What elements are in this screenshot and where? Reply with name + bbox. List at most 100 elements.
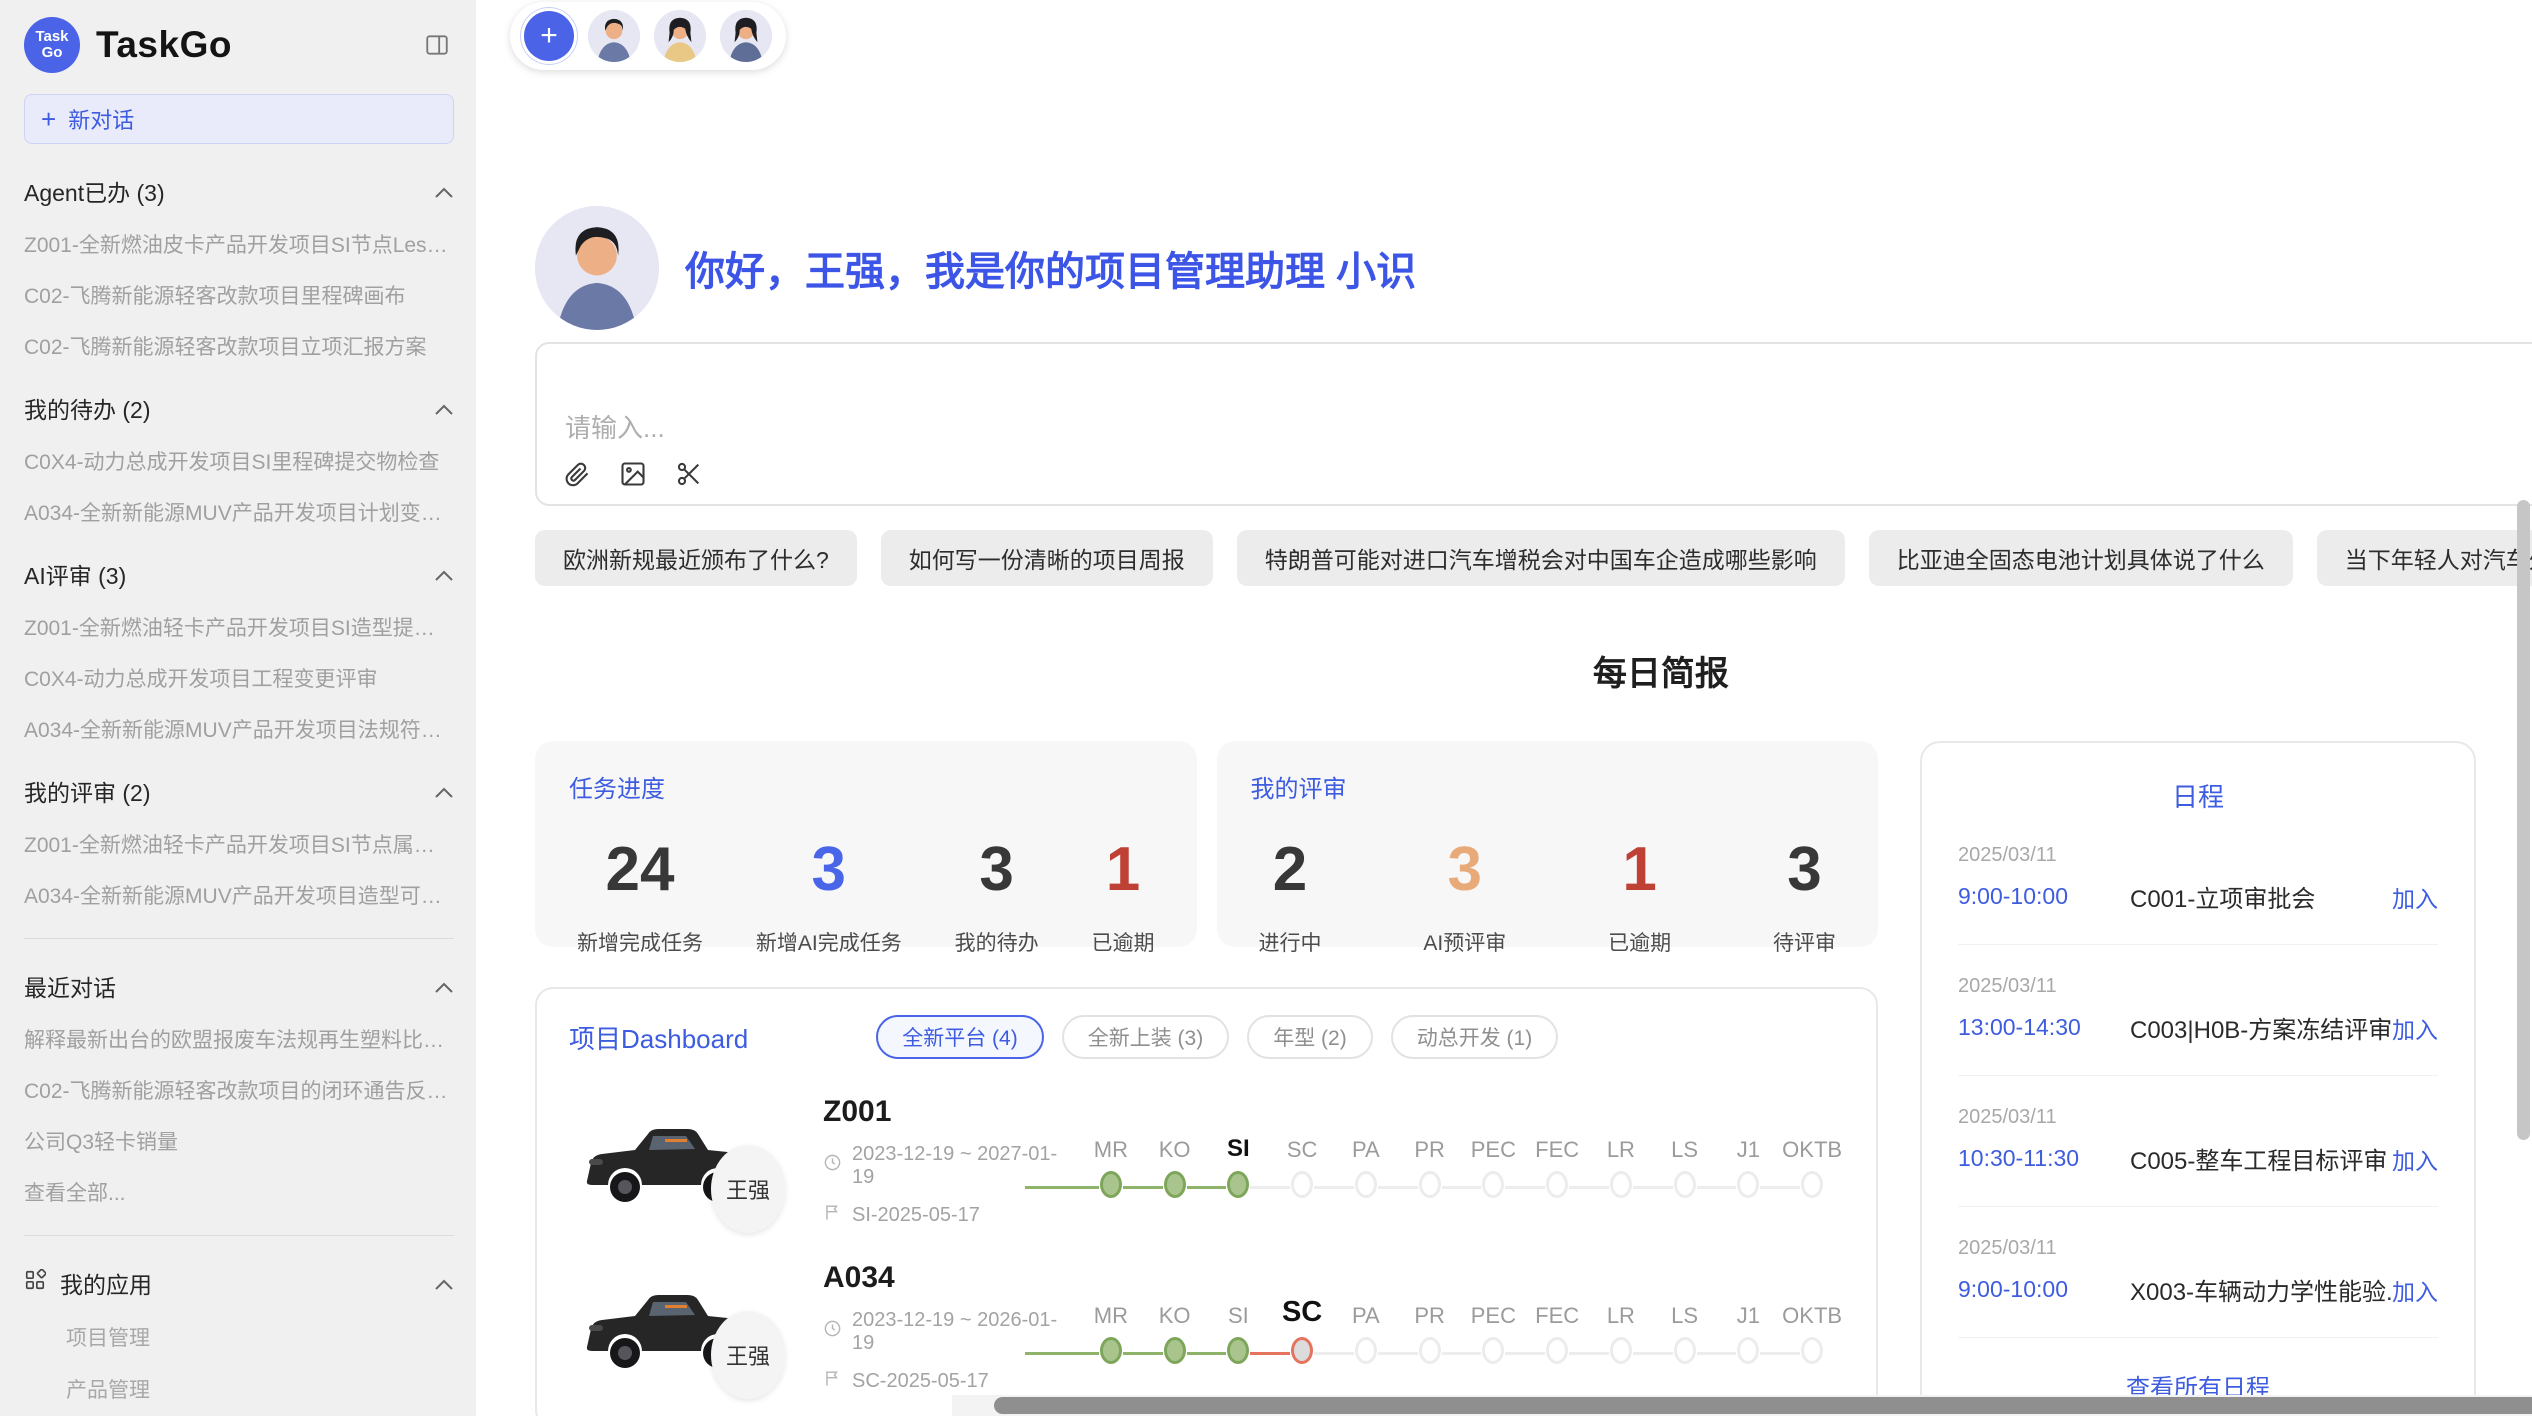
sidebar-toggle-icon[interactable] <box>424 32 450 63</box>
milestone-label: SC <box>1270 1291 1334 1329</box>
suggestion-chip[interactable]: 如何写一份清晰的项目周报 <box>881 530 1213 586</box>
milestone-label: LR <box>1589 1291 1653 1329</box>
dashboard-filter-chip[interactable]: 全新上装 (3) <box>1062 1015 1230 1059</box>
milestone-label: OKTB <box>1780 1125 1844 1163</box>
project-owner-badge: 王强 <box>711 1145 785 1233</box>
sidebar-task-item[interactable]: Z001-全新燃油轻卡产品开发项目SI节点属性5D文件评审 <box>24 829 454 859</box>
suggestion-chip[interactable]: 特朗普可能对进口汽车增税会对中国车企造成哪些影响 <box>1237 530 1845 586</box>
sidebar-sections: Agent已办 (3) Z001-全新燃油皮卡产品开发项目SI节点Lesson L… <box>24 174 454 910</box>
sidebar-task-item[interactable]: C0X4-动力总成开发项目工程变更评审 <box>24 663 454 693</box>
milestone-dot <box>1546 1171 1568 1198</box>
milestone-connector <box>1569 1352 1609 1355</box>
app-window: Task Go TaskGo + 新对话 Agent已办 (3)Z001-全新燃… <box>0 0 2532 1416</box>
milestone-label: PA <box>1334 1125 1398 1163</box>
sidebar-task-item[interactable]: A034-全新新能源MUV产品开发项目造型可行性评审 <box>24 880 454 910</box>
sidebar-section-header[interactable]: Agent已办 (3) <box>24 174 454 208</box>
section-label: 我的评审 (2) <box>24 774 151 808</box>
suggestion-chip[interactable]: 比亚迪全固态电池计划具体说了什么 <box>1869 530 2293 586</box>
chevron-up-icon <box>434 178 454 205</box>
milestone-connector <box>1378 1352 1418 1355</box>
attachment-icon[interactable] <box>563 460 591 488</box>
sidebar-task-item[interactable]: Z001-全新燃油轻卡产品开发项目SI造型提交物评审 <box>24 612 454 642</box>
event-date: 2025/03/11 <box>1958 844 2438 867</box>
milestone-connector <box>1505 1352 1545 1355</box>
sidebar-task-item[interactable]: C02-飞腾新能源轻客改款项目里程碑画布 <box>24 280 454 310</box>
section-label: Agent已办 (3) <box>24 174 165 208</box>
app-item[interactable]: 产品管理 <box>66 1374 454 1404</box>
milestone-connector <box>1123 1186 1163 1189</box>
schedule-card: 日程 2025/03/119:00-10:00C001-立项审批会加入2025/… <box>1920 741 2476 1416</box>
view-all-conversations-link[interactable]: 查看全部... <box>24 1177 454 1207</box>
milestone-label: J1 <box>1717 1291 1781 1329</box>
milestone-dot <box>1227 1337 1249 1364</box>
agent-avatar-3[interactable] <box>720 10 772 62</box>
event-main: 13:00-14:30C003|H0B-方案冻结评审加入 <box>1958 1010 2438 1045</box>
vertical-scrollbar-thumb[interactable] <box>2517 500 2530 1140</box>
milestone-connector <box>1697 1352 1737 1355</box>
horizontal-scrollbar-thumb[interactable] <box>994 1397 2532 1414</box>
new-chat-label: 新对话 <box>68 103 134 135</box>
event-join-link[interactable]: 加入 <box>2392 1142 2438 1176</box>
sidebar-section-header[interactable]: 我的待办 (2) <box>24 391 454 425</box>
milestone-label: SI <box>1207 1291 1271 1329</box>
project-date-range: 2023-12-19 ~ 2026-01-19 <box>852 1309 1073 1355</box>
dashboard-header: 项目Dashboard 全新平台 (4) 全新上装 (3) 年型 (2) 动总开发 (… <box>569 1015 1844 1059</box>
recent-header[interactable]: 最近对话 <box>24 969 454 1003</box>
dashboard-title: 项目Dashboard <box>569 1019 748 1056</box>
event-join-link[interactable]: 加入 <box>2392 880 2438 914</box>
event-main: 10:30-11:30C005-整车工程目标评审加入 <box>1958 1141 2438 1176</box>
event-join-link[interactable]: 加入 <box>2392 1273 2438 1307</box>
milestone-track: MRKOSISCPAPRPECFECLRLSJ1OKTB <box>1079 1291 1844 1364</box>
project-row[interactable]: 王强A0342023-12-19 ~ 2026-01-19SC-2025-05-… <box>569 1263 1844 1391</box>
milestone-connector <box>1250 1186 1290 1189</box>
sidebar-task-item[interactable]: A034-全新新能源MUV产品开发项目法规符合性评审 <box>24 714 454 744</box>
event-date: 2025/03/11 <box>1958 1237 2438 1260</box>
event-time: 13:00-14:30 <box>1958 1014 2130 1041</box>
project-dashboard-card: 项目Dashboard 全新平台 (4) 全新上装 (3) 年型 (2) 动总开发 (… <box>535 987 1878 1416</box>
sidebar-task-item[interactable]: A034-全新新能源MUV产品开发项目计划变更表编写 <box>24 497 454 527</box>
milestone-connector <box>1442 1186 1482 1189</box>
new-chat-button[interactable]: + 新对话 <box>24 94 454 144</box>
dashboard-filter-chip[interactable]: 全新平台 (4) <box>876 1015 1044 1059</box>
apps-grid-icon <box>24 1269 46 1297</box>
milestone-dot <box>1355 1171 1377 1198</box>
project-car-image: 王强 <box>569 1275 759 1379</box>
milestone-label: MR <box>1079 1291 1143 1329</box>
divider <box>24 938 454 939</box>
project-row[interactable]: 王强Z0012023-12-19 ~ 2027-01-19SI-2025-05-… <box>569 1097 1844 1225</box>
sidebar-section-header[interactable]: AI评审 (3) <box>24 557 454 591</box>
dashboard-filters: 全新平台 (4) 全新上装 (3) 年型 (2) 动总开发 (1) <box>876 1015 1558 1059</box>
logo-line1: Task <box>35 29 68 45</box>
milestone-connector <box>1569 1186 1609 1189</box>
suggestion-chip[interactable]: 欧洲新规最近颁布了什么? <box>535 530 857 586</box>
clock-icon <box>823 1153 842 1178</box>
scissors-icon[interactable] <box>675 460 703 488</box>
event-name: C001-立项审批会 <box>2130 879 2392 914</box>
sidebar-task-item[interactable]: Z001-全新燃油皮卡产品开发项目SI节点Lesson Learn报告 <box>24 229 454 259</box>
main-area: + 王强 你好，王强，我是你的项目管理助理 小识 请输入... <box>476 0 2532 1416</box>
image-upload-icon[interactable] <box>619 460 647 488</box>
chat-input[interactable]: 请输入... <box>535 342 2532 506</box>
agent-avatar-2[interactable] <box>654 10 706 62</box>
dashboard-filter-chip[interactable]: 动总开发 (1) <box>1391 1015 1559 1059</box>
suggestion-chip[interactable]: 当下年轻人对汽车外观有怎样的喜好趋势 <box>2317 530 2532 586</box>
add-agent-button[interactable]: + <box>524 11 574 61</box>
agent-avatar-1[interactable] <box>588 10 640 62</box>
project-dates: 2023-12-19 ~ 2026-01-19 <box>823 1309 1073 1355</box>
recent-conversation-item[interactable]: 公司Q3轻卡销量 <box>24 1126 454 1156</box>
stat-label: 我的待办 <box>955 927 1039 957</box>
project-flag-text: SI-2025-05-17 <box>852 1204 980 1227</box>
clock-icon <box>823 1319 842 1344</box>
app-item[interactable]: 项目管理 <box>66 1322 454 1352</box>
dashboard-filter-chip[interactable]: 年型 (2) <box>1247 1015 1373 1059</box>
sidebar-task-item[interactable]: C02-飞腾新能源轻客改款项目立项汇报方案 <box>24 331 454 361</box>
sidebar-section-header[interactable]: 我的评审 (2) <box>24 774 454 808</box>
recent-conversation-item[interactable]: 解释最新出台的欧盟报废车法规再生塑料比例被调至15%... <box>24 1024 454 1054</box>
my-apps-header[interactable]: 我的应用 <box>24 1266 454 1300</box>
chevron-up-icon <box>434 561 454 588</box>
milestone-dot <box>1419 1171 1441 1198</box>
milestone-label: PR <box>1398 1291 1462 1329</box>
event-join-link[interactable]: 加入 <box>2392 1011 2438 1045</box>
sidebar-task-item[interactable]: C0X4-动力总成开发项目SI里程碑提交物检查 <box>24 446 454 476</box>
recent-conversation-item[interactable]: C02-飞腾新能源轻客改款项目的闭环通告反馈情况 <box>24 1075 454 1105</box>
